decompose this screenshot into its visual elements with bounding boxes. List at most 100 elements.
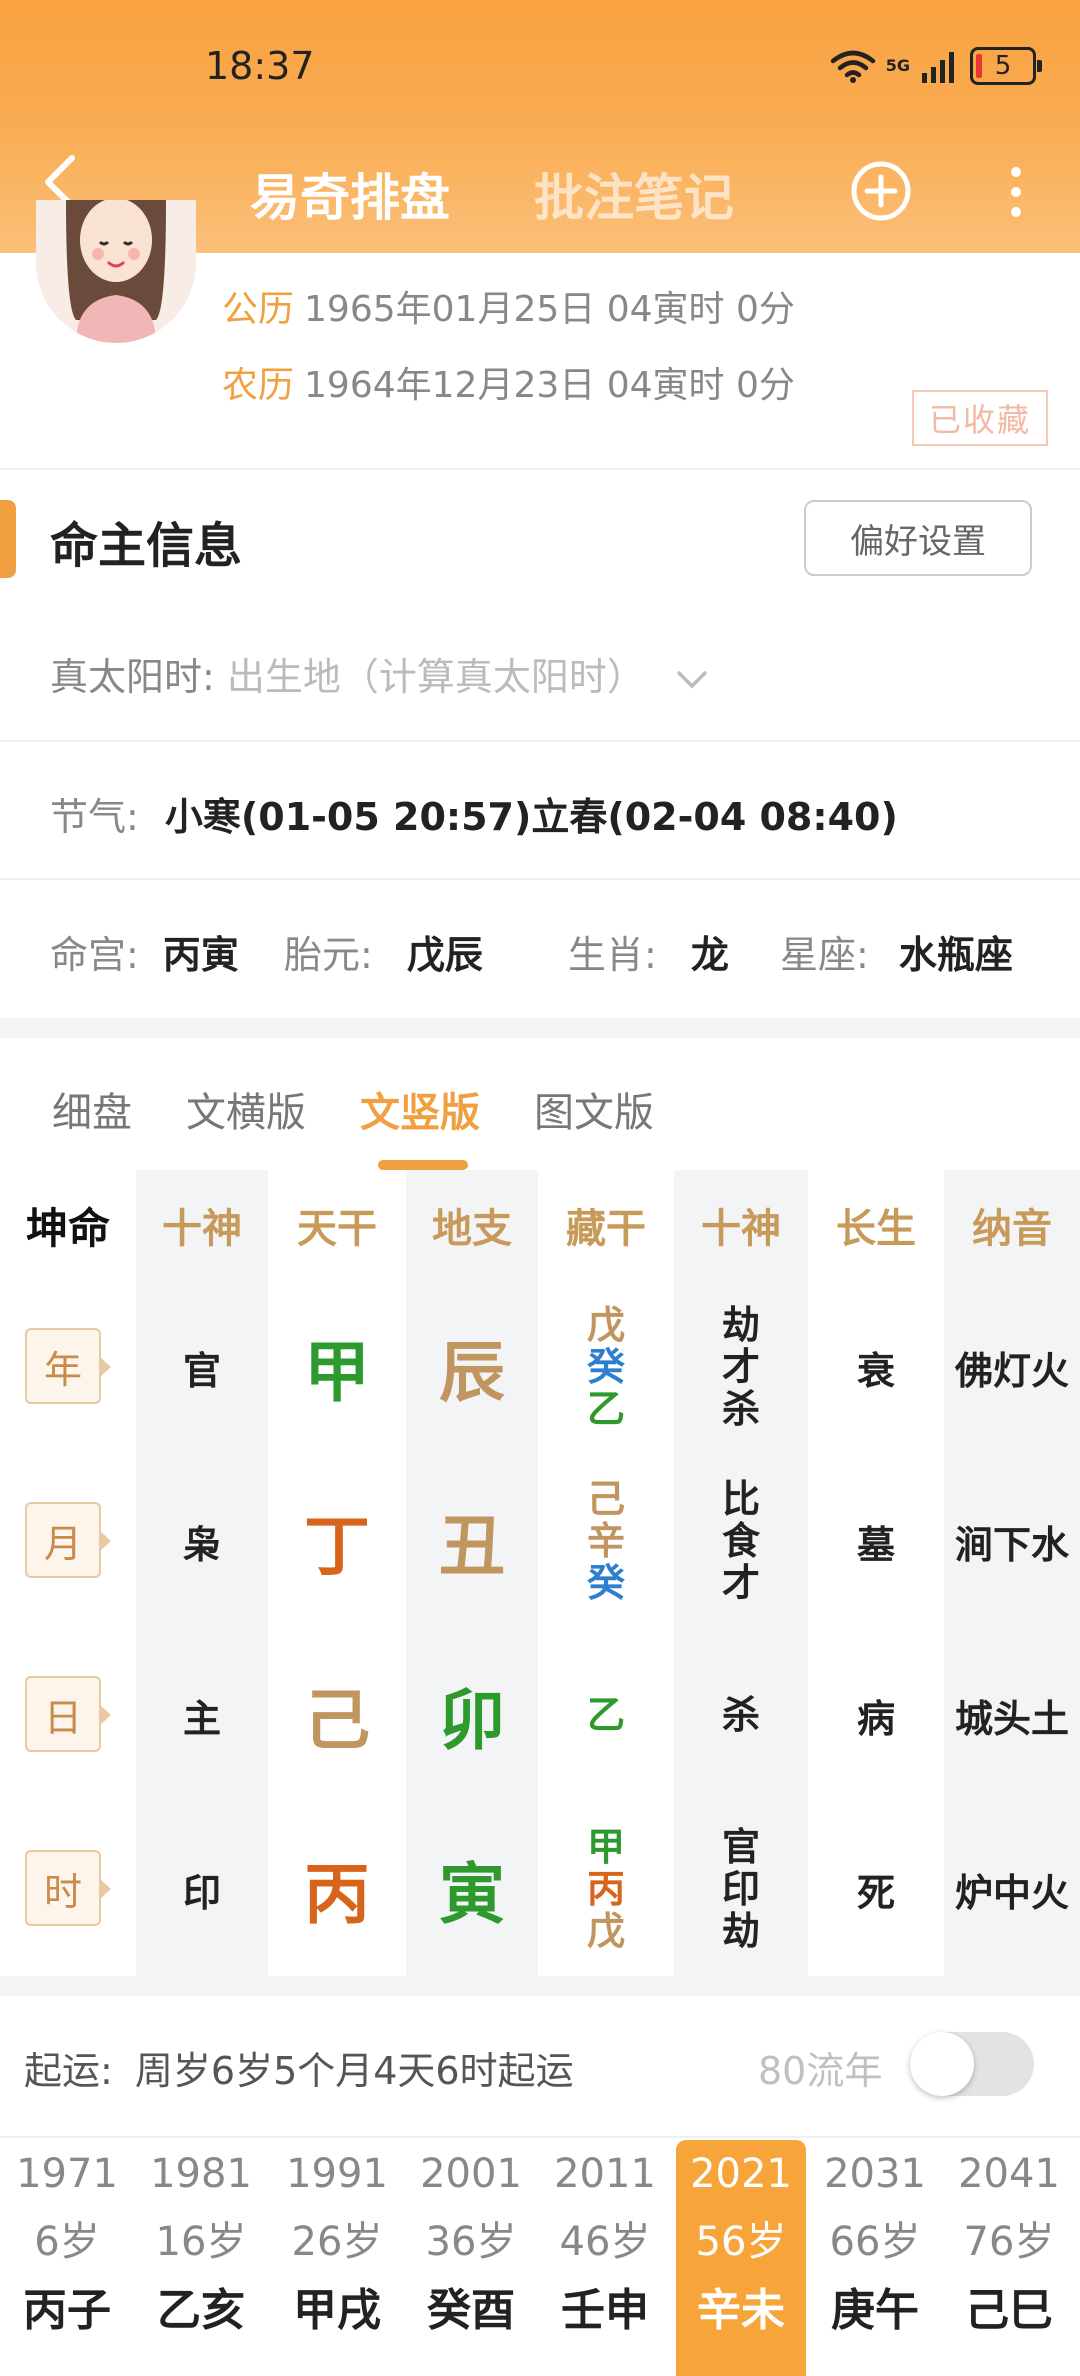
ten-god-cell: 枭 <box>182 1522 221 1567</box>
ten-god-cell: 官 <box>182 1348 221 1393</box>
dayun-age: 36岁 <box>425 2219 517 2265</box>
birthplace-select[interactable]: 出生地（计算真太阳时） <box>227 655 645 699</box>
nayin-cell: 佛灯火 <box>954 1348 1069 1393</box>
xingzuo-label: 星座: <box>780 933 869 977</box>
preference-settings-button[interactable]: 偏好设置 <box>804 500 1032 576</box>
dayun-age: 56岁 <box>695 2219 787 2265</box>
solar-time-label: 真太阳时: <box>50 655 215 699</box>
life-stage-cell: 墓 <box>856 1522 895 1567</box>
heavenly-stem-cell[interactable]: 丁 <box>268 1454 406 1628</box>
luck-start-row: 起运: 周岁6岁5个月4天6时起运 <box>24 2040 574 2095</box>
minggong-row: 命宫: 丙寅 <box>50 924 239 979</box>
hidden-stems-cell: 己 辛 癸 <box>538 1454 674 1628</box>
tab-notes[interactable]: 批注笔记 <box>534 158 734 230</box>
dayun-item[interactable]: 1981 16岁 乙亥 <box>136 2140 266 2376</box>
tab-detail[interactable]: 细盘 <box>52 1080 132 1138</box>
hidden-stem: 乙 <box>586 1693 625 1737</box>
hidden-stems-cell: 甲 丙 戊 <box>538 1802 674 1976</box>
hidden-god: 劫 <box>721 1303 760 1347</box>
tab-graphic[interactable]: 图文版 <box>534 1080 654 1138</box>
luck-start-value: 周岁6岁5个月4天6时起运 <box>134 2049 574 2093</box>
taiyuan-label: 胎元: <box>284 933 373 977</box>
dayun-item[interactable]: 2011 46岁 壬申 <box>540 2140 670 2376</box>
avatar-girl-image <box>36 200 196 343</box>
dayun-year: 2001 <box>420 2151 522 2197</box>
hidden-god: 劫 <box>721 1909 760 1953</box>
hidden-stem: 甲 <box>586 1825 625 1869</box>
dayun-item[interactable]: 1971 6岁 丙子 <box>2 2140 132 2376</box>
hidden-god: 才 <box>721 1561 760 1605</box>
jieqi-label: 节气: <box>50 795 139 839</box>
minggong-value: 丙寅 <box>162 933 239 977</box>
heavenly-stem-cell[interactable]: 丙 <box>268 1802 406 1976</box>
earthly-branch-cell[interactable]: 辰 <box>406 1280 538 1454</box>
hidden-gods-cell: 劫 才 杀 <box>674 1280 808 1454</box>
solar-time-row[interactable]: 真太阳时: 出生地（计算真太阳时） <box>50 646 709 701</box>
shengxiao-row: 生肖: 龙 <box>568 924 729 979</box>
pillar-label-month: 月 <box>25 1502 111 1578</box>
nayin-cell: 炉中火 <box>954 1870 1069 1915</box>
hidden-stem: 戊 <box>586 1303 625 1347</box>
dayun-age: 76岁 <box>963 2219 1055 2265</box>
header-ten-god: 十神 <box>162 1206 242 1252</box>
lunar-date: 1964年12月23日 04寅时 0分 <box>304 365 795 406</box>
header-stem: 天干 <box>297 1206 377 1252</box>
dayun-age: 66岁 <box>829 2219 921 2265</box>
network-type: 5G <box>885 56 910 75</box>
shengxiao-label: 生肖: <box>568 933 657 977</box>
dayun-item[interactable]: 1991 26岁 甲戌 <box>272 2140 402 2376</box>
dayun-year: 2031 <box>824 2151 926 2197</box>
life-stage-cell: 病 <box>856 1696 895 1741</box>
hidden-god: 印 <box>721 1867 760 1911</box>
avatar[interactable] <box>36 200 196 343</box>
life-stage-cell: 衰 <box>856 1348 895 1393</box>
hidden-stem: 丙 <box>586 1867 625 1911</box>
tab-text-horizontal[interactable]: 文横版 <box>186 1080 306 1138</box>
add-button[interactable] <box>850 160 912 222</box>
section-title: 命主信息 <box>50 518 243 574</box>
dayun-item[interactable]: 2001 36岁 癸酉 <box>406 2140 536 2376</box>
dayun-age: 6岁 <box>34 2219 100 2265</box>
hidden-god: 才 <box>721 1345 760 1389</box>
hidden-gods-cell: 杀 <box>674 1628 808 1802</box>
earthly-branch-cell[interactable]: 寅 <box>406 1802 538 1976</box>
wifi-icon <box>830 50 875 83</box>
dayun-item-selected[interactable]: 2021 56岁 辛未 <box>676 2140 806 2376</box>
dayun-ganzhi: 壬申 <box>561 2285 649 2336</box>
hidden-gods-cell: 官 印 劫 <box>674 1802 808 1976</box>
solar-date: 1965年01月25日 04寅时 0分 <box>304 289 795 330</box>
dayun-year: 2011 <box>554 2151 656 2197</box>
dayun-item[interactable]: 2031 66岁 庚午 <box>810 2140 940 2376</box>
dayun-ganzhi: 辛未 <box>697 2285 785 2336</box>
liunian-toggle[interactable] <box>910 2032 1034 2096</box>
nayin-cell: 涧下水 <box>954 1522 1069 1567</box>
hidden-god: 官 <box>721 1825 760 1869</box>
heavenly-stem-cell[interactable]: 己 <box>268 1628 406 1802</box>
earthly-branch-cell[interactable]: 卯 <box>406 1628 538 1802</box>
dayun-ganzhi: 乙亥 <box>157 2285 245 2336</box>
pillar-label-day: 日 <box>25 1676 111 1752</box>
section-gap <box>0 1018 1080 1038</box>
dayun-age: 46岁 <box>559 2219 651 2265</box>
header-hidden-stems: 藏干 <box>566 1206 646 1252</box>
hidden-stem: 己 <box>586 1477 625 1521</box>
dayun-item[interactable]: 2041 76岁 己巳 <box>944 2140 1074 2376</box>
lunar-date-row: 农历 1964年12月23日 04寅时 0分 <box>222 356 795 408</box>
heavenly-stem-cell[interactable]: 甲 <box>268 1280 406 1454</box>
hidden-stem: 戊 <box>586 1909 625 1953</box>
xingzuo-value: 水瓶座 <box>898 933 1013 977</box>
header-life-stage: 长生 <box>836 1206 916 1252</box>
divider <box>0 740 1080 742</box>
chevron-down-icon <box>677 670 707 688</box>
collected-stamp[interactable]: 已收藏 <box>912 390 1048 446</box>
dayun-ganzhi: 甲戌 <box>293 2285 381 2336</box>
earthly-branch-cell[interactable]: 丑 <box>406 1454 538 1628</box>
tab-yiqi-paipan[interactable]: 易奇排盘 <box>250 158 450 230</box>
tab-text-vertical[interactable]: 文竖版 <box>360 1080 480 1138</box>
section-gap <box>0 1976 1080 1996</box>
active-tab-indicator <box>378 1160 468 1170</box>
jieqi-value: 小寒(01-05 20:57)立春(02-04 08:40) <box>164 795 898 839</box>
header-hidden-gods: 十神 <box>701 1206 781 1252</box>
status-icons: 5G 5 <box>830 44 1042 88</box>
more-button[interactable] <box>994 162 1038 222</box>
